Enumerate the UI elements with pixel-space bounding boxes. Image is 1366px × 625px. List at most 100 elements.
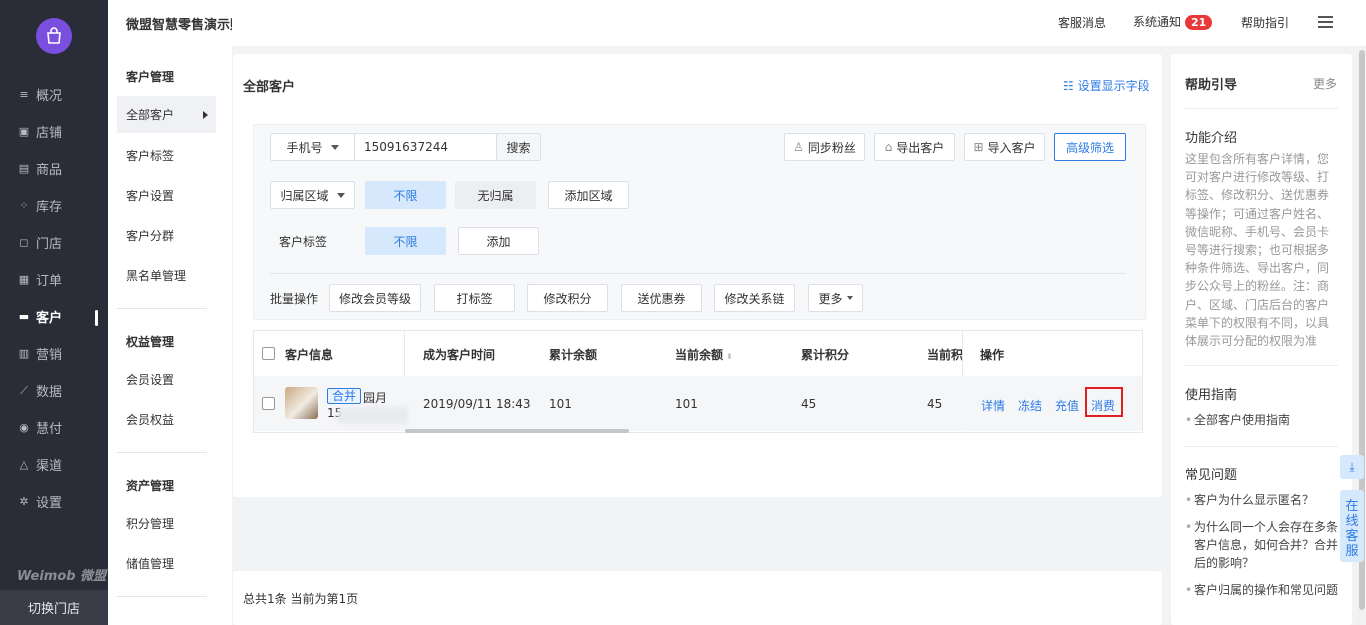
nav-item[interactable]: ▣ 店铺 bbox=[0, 113, 108, 150]
shopping-bag-logo-icon[interactable] bbox=[36, 18, 72, 54]
online-service-button[interactable]: 在线客服 bbox=[1340, 490, 1364, 562]
consume-highlight-box bbox=[1085, 387, 1123, 417]
nav-icon: ◉ bbox=[19, 421, 29, 434]
subnav-item-customer-settings[interactable]: 客户设置 bbox=[117, 177, 216, 214]
tag-all-option[interactable]: 不限 bbox=[365, 227, 446, 255]
import-label: 导入客户 bbox=[987, 140, 1036, 155]
region-all-option[interactable]: 不限 bbox=[365, 181, 446, 209]
nav-item[interactable]: ▤ 商品 bbox=[0, 150, 108, 187]
nav-item[interactable]: ▥ 营销 bbox=[0, 335, 108, 372]
freeze-link[interactable]: 冻结 bbox=[1018, 397, 1042, 414]
nav-icon: ✲ bbox=[19, 495, 29, 508]
intro-text: 这里包含所有客户详情，您可对客户进行修改等级、打标签、修改积分、送优惠券等操作；… bbox=[1185, 152, 1330, 349]
nav-item[interactable]: ⁘ 库存 bbox=[0, 187, 108, 224]
nav-item-label: 数据 bbox=[36, 385, 63, 400]
nav-item-label: 概况 bbox=[36, 89, 63, 104]
phone-mask bbox=[338, 407, 408, 424]
add-tag-button[interactable]: 添加 bbox=[458, 227, 539, 255]
faq-link[interactable]: 客户为什么显示匿名？ bbox=[1185, 491, 1342, 509]
batch-edit-points-button[interactable]: 修改积分 bbox=[527, 284, 608, 312]
add-region-button[interactable]: 添加区域 bbox=[548, 181, 629, 209]
nav-item[interactable]: ▦ 订单 bbox=[0, 261, 108, 298]
subnav-item-all-customers[interactable]: 全部客户 bbox=[117, 96, 216, 133]
current-points-cell: 45 bbox=[927, 397, 943, 411]
filter-divider bbox=[270, 273, 1126, 274]
import-button[interactable]: ⊞ 导入客户 bbox=[964, 133, 1045, 161]
subnav-item-customer-tags[interactable]: 客户标签 bbox=[117, 137, 216, 174]
region-select[interactable]: 归属区域 bbox=[270, 181, 355, 209]
system-notice-link[interactable]: 系统通知 21 bbox=[1133, 13, 1213, 30]
select-all-checkbox[interactable] bbox=[262, 347, 275, 360]
nav-icon: ▣ bbox=[18, 125, 30, 138]
nav-item[interactable]: ◻ 门店 bbox=[0, 224, 108, 261]
advanced-filter-button[interactable]: 高级筛选 bbox=[1054, 133, 1126, 161]
faq-link[interactable]: 客户归属的操作和常见问题 bbox=[1185, 581, 1342, 599]
subnav-group-assets: 资产管理 bbox=[126, 479, 175, 493]
import-icon: ⊞ bbox=[973, 140, 984, 154]
subnav-item-blacklist[interactable]: 黑名单管理 bbox=[117, 257, 216, 294]
subnav-divider bbox=[117, 596, 207, 597]
set-display-fields-link[interactable]: ☷ 设置显示字段 bbox=[1063, 77, 1150, 94]
download-icon[interactable]: ⤓ bbox=[1340, 455, 1364, 479]
caret-down-icon bbox=[846, 296, 853, 300]
help-divider bbox=[1185, 365, 1338, 366]
header-current-balance[interactable]: 当前余额 ⬍ bbox=[675, 346, 733, 363]
search-button[interactable]: 搜索 bbox=[496, 133, 541, 161]
nav-item[interactable]: ⟋ 数据 bbox=[0, 372, 108, 409]
help-more-link[interactable]: 更多 bbox=[1313, 75, 1337, 92]
subnav-item-points[interactable]: 积分管理 bbox=[117, 505, 216, 542]
menu-icon[interactable] bbox=[1318, 16, 1333, 28]
header-current-balance-label: 当前余额 bbox=[675, 348, 724, 362]
subnav-item-customer-groups[interactable]: 客户分群 bbox=[117, 217, 216, 254]
batch-edit-relation-button[interactable]: 修改关系链 bbox=[714, 284, 795, 312]
export-label: 导出客户 bbox=[896, 140, 945, 155]
pagination-text: 总共1条 当前为第1页 bbox=[243, 592, 359, 606]
total-balance-cell: 101 bbox=[549, 397, 572, 411]
nav-item[interactable]: ✲ 设置 bbox=[0, 483, 108, 520]
batch-more-dropdown[interactable]: 更多 bbox=[808, 284, 863, 312]
detail-link[interactable]: 详情 bbox=[981, 397, 1005, 414]
batch-edit-level-button[interactable]: 修改会员等级 bbox=[329, 284, 421, 312]
table-horizontal-scrollbar[interactable] bbox=[405, 429, 629, 433]
export-button[interactable]: ⌂ 导出客户 bbox=[874, 133, 955, 161]
sync-fans-button[interactable]: ♙ 同步粉丝 bbox=[784, 133, 865, 161]
nav-item[interactable]: ◉ 慧付 bbox=[0, 409, 108, 446]
nav-item[interactable]: △ 渠道 bbox=[0, 446, 108, 483]
faq-heading: 常见问题 bbox=[1185, 468, 1238, 483]
nav-icon: △ bbox=[19, 458, 29, 471]
nav-icon: ▤ bbox=[18, 162, 30, 175]
region-none-option[interactable]: 无归属 bbox=[455, 181, 536, 209]
subnav-divider bbox=[117, 308, 207, 309]
page-title: 全部客户 bbox=[243, 80, 296, 95]
subnav-divider bbox=[117, 452, 207, 453]
nav-icon: ⟋ bbox=[20, 383, 28, 397]
batch-tag-button[interactable]: 打标签 bbox=[434, 284, 515, 312]
nav-icon: ≡ bbox=[19, 88, 29, 101]
row-checkbox[interactable] bbox=[262, 397, 275, 410]
nav-item-label: 渠道 bbox=[36, 459, 63, 474]
nav-item-label: 营销 bbox=[36, 348, 63, 363]
guide-link[interactable]: 全部客户使用指南 bbox=[1185, 411, 1342, 429]
subnav-group-rights: 权益管理 bbox=[126, 335, 175, 349]
search-type-select[interactable]: 手机号 bbox=[270, 133, 355, 161]
batch-send-coupon-button[interactable]: 送优惠券 bbox=[621, 284, 702, 312]
nav-icon: ◻ bbox=[19, 236, 29, 249]
avatar bbox=[285, 387, 318, 419]
help-divider bbox=[1185, 108, 1338, 109]
search-type-value: 手机号 bbox=[286, 140, 323, 155]
recharge-link[interactable]: 充值 bbox=[1055, 397, 1079, 414]
subnav-item-stored-value[interactable]: 储值管理 bbox=[117, 545, 216, 582]
nav-item[interactable]: ▬ 客户 bbox=[0, 298, 108, 335]
subnav-group-customer: 客户管理 bbox=[126, 70, 175, 84]
service-message-link[interactable]: 客服消息 bbox=[1058, 14, 1106, 31]
faq-link[interactable]: 为什么同一个人会存在多条客户信息，如何合并？合并后的影响？ bbox=[1185, 518, 1342, 572]
subnav-item-member-settings[interactable]: 会员设置 bbox=[117, 361, 216, 398]
search-input[interactable]: 15091637244 bbox=[354, 133, 497, 161]
merge-tag: 合并 bbox=[327, 388, 362, 404]
nav-item[interactable]: ≡ 概况 bbox=[0, 76, 108, 113]
help-guide-link[interactable]: 帮助指引 bbox=[1241, 14, 1289, 31]
chevron-down-icon bbox=[336, 192, 345, 198]
subnav-item-member-rights[interactable]: 会员权益 bbox=[117, 401, 216, 438]
sort-icon[interactable]: ⬍ bbox=[726, 352, 733, 361]
switch-store-button[interactable]: 切换门店 bbox=[0, 590, 108, 625]
